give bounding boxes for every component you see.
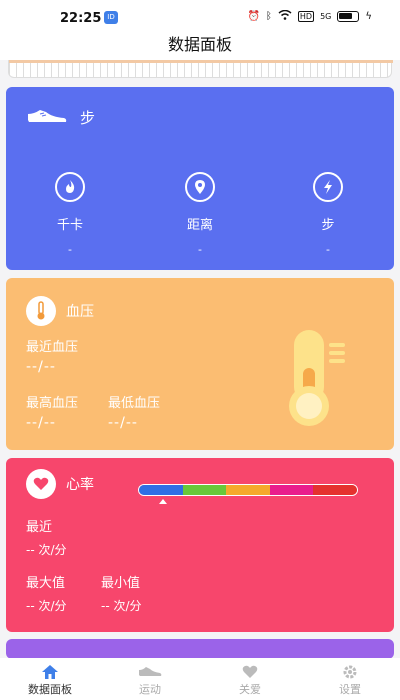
- shoe-icon: [100, 663, 200, 681]
- distance-stat: 距离 -: [155, 172, 245, 256]
- scale-segment: [226, 485, 270, 495]
- heart-rate-scale: [138, 484, 358, 496]
- min-hr-label: 最小值: [101, 576, 141, 591]
- battery-icon: [337, 11, 360, 22]
- max-bp-label: 最高血压: [26, 396, 79, 411]
- thermometer-icon: [26, 296, 56, 326]
- min-hr-value: -- 次/分: [101, 599, 142, 613]
- flame-icon: [55, 172, 85, 202]
- calories-label: 千卡: [56, 218, 83, 233]
- heart-icon: [200, 663, 300, 681]
- tab-care-label: 关爱: [239, 683, 261, 696]
- scale-segment: [313, 485, 357, 495]
- lightning-icon: [313, 172, 343, 202]
- next-card-peek[interactable]: [6, 639, 394, 659]
- distance-value: -: [198, 243, 202, 256]
- hd-icon: HD: [297, 11, 315, 22]
- heart-icon: [26, 469, 56, 499]
- tab-care[interactable]: 关爱: [200, 658, 300, 700]
- max-bp-value: --/--: [26, 415, 56, 431]
- steps-card-title: 步: [80, 109, 96, 127]
- tab-dashboard-label: 数据面板: [28, 683, 72, 696]
- bottom-tab-bar: 数据面板 运动 关爱 设置: [0, 658, 400, 700]
- heart-rate-title: 心率: [66, 477, 94, 493]
- blood-pressure-header: 血压: [26, 296, 94, 326]
- tab-settings-label: 设置: [339, 683, 361, 696]
- max-hr-label: 最大值: [26, 576, 66, 591]
- page-title: 数据面板: [167, 35, 232, 54]
- tab-exercise[interactable]: 运动: [100, 658, 200, 700]
- min-bp-label: 最低血压: [108, 396, 161, 411]
- steps-card-header: 步: [26, 107, 95, 128]
- signal-icon: 5G: [320, 12, 332, 21]
- blood-pressure-card[interactable]: 血压 最近血压 --/-- 最高血压 --/-- 最低血压 --/--: [6, 278, 394, 450]
- recent-bp-value: --/--: [26, 359, 56, 375]
- scale-segment: [182, 485, 227, 495]
- app-badge-icon: ID: [104, 11, 118, 24]
- thermometer-illustration-icon: [284, 328, 354, 428]
- scale-segment: [269, 485, 314, 495]
- step-count-stat: 步 -: [283, 172, 373, 256]
- calories-stat: 千卡 -: [25, 172, 115, 256]
- clock: 22:25: [60, 11, 102, 26]
- scale-pointer-icon: [159, 499, 167, 504]
- status-bar: 22:25 ID ⏰ ᛒ HD 5G ϟ: [0, 0, 400, 30]
- gear-icon: [300, 663, 400, 681]
- recent-hr-value: -- 次/分: [26, 543, 67, 557]
- ruler-strip: [8, 60, 393, 78]
- distance-label: 距离: [186, 218, 213, 233]
- tab-exercise-label: 运动: [139, 683, 161, 696]
- location-icon: [185, 172, 215, 202]
- tab-settings[interactable]: 设置: [300, 658, 400, 700]
- heart-rate-card[interactable]: 心率 最近 -- 次/分 最大值 -- 次/分 最小值 -- 次/分: [6, 458, 394, 632]
- shoe-icon: [26, 108, 68, 128]
- recent-bp-label: 最近血压: [26, 340, 79, 355]
- heart-rate-header: 心率: [26, 469, 94, 499]
- recent-hr-label: 最近: [26, 520, 53, 535]
- status-icons: ⏰ ᛒ HD 5G ϟ: [247, 9, 372, 23]
- calories-value: -: [68, 243, 72, 256]
- charging-icon: ϟ: [365, 11, 372, 22]
- step-count-label: 步: [321, 218, 335, 233]
- max-hr-value: -- 次/分: [26, 599, 67, 613]
- home-icon: [0, 663, 100, 681]
- step-count-value: -: [326, 243, 330, 256]
- steps-card[interactable]: 步 千卡 - 距离 - 步 -: [6, 87, 394, 270]
- tab-dashboard[interactable]: 数据面板: [0, 658, 100, 700]
- bluetooth-icon: ᛒ: [265, 11, 272, 22]
- min-bp-value: --/--: [108, 415, 138, 431]
- scale-segment: [139, 485, 183, 495]
- blood-pressure-title: 血压: [66, 304, 94, 320]
- wifi-icon: [278, 9, 292, 23]
- alarm-icon: ⏰: [247, 11, 260, 22]
- app-header: 数据面板: [0, 30, 400, 60]
